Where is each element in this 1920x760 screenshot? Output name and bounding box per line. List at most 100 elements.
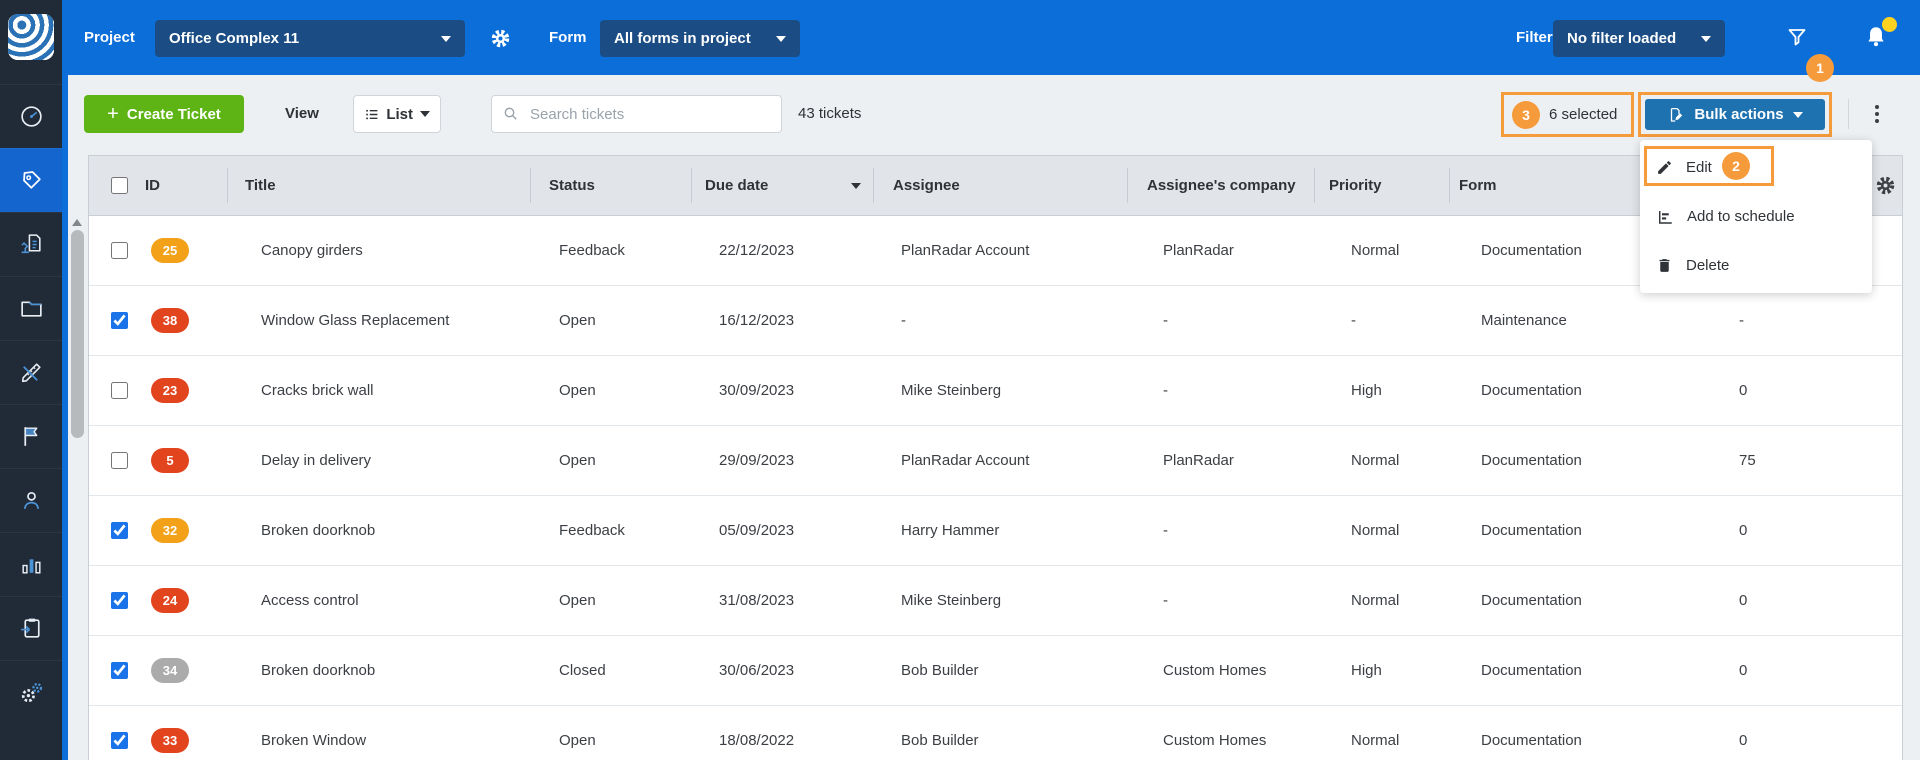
ticket-id-badge: 38: [151, 308, 189, 333]
cell-title: Broken doorknob: [261, 496, 375, 565]
cell-extra: 0: [1739, 706, 1747, 760]
search-box: [491, 95, 782, 133]
row-checkbox[interactable]: [111, 382, 128, 399]
cell-form: Maintenance: [1481, 286, 1567, 355]
col-header-title[interactable]: Title: [245, 156, 276, 215]
filter-funnel-button[interactable]: [1784, 24, 1810, 50]
cell-priority: Normal: [1351, 216, 1399, 285]
cell-due: 31/08/2023: [719, 566, 794, 635]
cell-due: 29/09/2023: [719, 426, 794, 495]
cell-due: 05/09/2023: [719, 496, 794, 565]
row-checkbox[interactable]: [111, 592, 128, 609]
ticket-id-badge: 25: [151, 238, 189, 263]
bulk-actions-label: Bulk actions: [1694, 106, 1783, 123]
funnel-icon: [1785, 25, 1809, 49]
vertical-scrollbar-thumb[interactable]: [71, 230, 84, 438]
row-checkbox[interactable]: [111, 732, 128, 749]
sort-desc-icon[interactable]: [851, 183, 861, 189]
form-label: Form: [549, 0, 587, 75]
view-dropdown-value: List: [386, 106, 413, 123]
cell-title: Delay in delivery: [261, 426, 371, 495]
table-row[interactable]: 33Broken WindowOpen18/08/2022Bob Builder…: [89, 706, 1902, 760]
cell-assignee: Mike Steinberg: [901, 356, 1001, 425]
sidebar-item-approvals[interactable]: [0, 212, 62, 276]
menu-item-add-to-schedule[interactable]: Add to schedule: [1640, 192, 1872, 241]
more-options-button[interactable]: [1868, 100, 1886, 128]
row-checkbox[interactable]: [111, 242, 128, 259]
search-input[interactable]: [528, 105, 771, 124]
sidebar-item-contacts[interactable]: [0, 468, 62, 532]
table-header-row: ID Title Status Due date Assignee Assign…: [89, 156, 1902, 216]
cell-form: Documentation: [1481, 566, 1582, 635]
create-ticket-label: Create Ticket: [127, 106, 221, 123]
trash-icon: [1656, 257, 1673, 274]
sidebar-item-settings[interactable]: [0, 660, 62, 724]
chevron-down-icon: [420, 111, 430, 117]
list-icon: [364, 106, 379, 123]
sidebar-item-statistics[interactable]: [0, 532, 62, 596]
ticket-count: 43 tickets: [798, 95, 861, 133]
project-settings-button[interactable]: [488, 26, 512, 50]
table-row[interactable]: 38 Window Glass Replacement Open 16/12/2023…: [89, 286, 1902, 356]
sidebar-item-export[interactable]: [0, 596, 62, 660]
project-dropdown[interactable]: Office Complex 11: [155, 20, 465, 57]
sidebar-item-plans[interactable]: [0, 340, 62, 404]
cell-status: Open: [559, 286, 596, 355]
col-header-priority[interactable]: Priority: [1329, 156, 1382, 215]
column-settings-button[interactable]: [1875, 175, 1896, 201]
cell-form: Documentation: [1481, 426, 1582, 495]
gear-icon: [1875, 175, 1896, 196]
cell-assignee: -: [901, 286, 906, 355]
view-dropdown[interactable]: List: [353, 95, 441, 133]
chevron-down-icon: [776, 36, 786, 42]
planradar-logo[interactable]: [8, 14, 54, 60]
col-header-id[interactable]: ID: [145, 156, 160, 215]
documents-folder-icon: [18, 295, 45, 322]
col-header-due-date[interactable]: Due date: [705, 156, 768, 215]
notifications-button[interactable]: [1862, 23, 1890, 51]
cell-title: Access control: [261, 566, 359, 635]
table-row[interactable]: 25Canopy girdersFeedback22/12/2023PlanRa…: [89, 216, 1902, 286]
table-row[interactable]: 24Access controlOpen31/08/2023Mike Stein…: [89, 566, 1902, 636]
col-header-assignee[interactable]: Assignee: [893, 156, 960, 215]
cell-status: Feedback: [559, 496, 625, 565]
ruler-pencil-icon: [18, 359, 45, 386]
select-all-checkbox[interactable]: [111, 177, 128, 194]
scroll-up-arrow-icon[interactable]: [72, 219, 82, 226]
sidebar-item-tickets[interactable]: [0, 148, 62, 212]
table-row[interactable]: 32Broken doorknobFeedback05/09/2023Harry…: [89, 496, 1902, 566]
row-checkbox[interactable]: [111, 522, 128, 539]
filter-dropdown[interactable]: No filter loaded: [1553, 20, 1725, 57]
cell-assignee: Mike Steinberg: [901, 566, 1001, 635]
view-label: View: [285, 95, 319, 133]
row-checkbox[interactable]: [111, 312, 128, 329]
sidebar-item-reports[interactable]: [0, 404, 62, 468]
create-ticket-button[interactable]: + Create Ticket: [84, 95, 244, 133]
schedule-icon: [1656, 208, 1674, 226]
cell-priority: Normal: [1351, 566, 1399, 635]
edit-item-highlight: [1644, 146, 1774, 186]
bulk-actions-button[interactable]: Bulk actions: [1645, 99, 1825, 130]
cell-assignee: PlanRadar Account: [901, 426, 1029, 495]
form-dropdown[interactable]: All forms in project: [600, 20, 800, 57]
table-row[interactable]: 5Delay in deliveryOpen29/09/2023PlanRada…: [89, 426, 1902, 496]
table-row[interactable]: 34Broken doorknobClosed30/06/2023Bob Bui…: [89, 636, 1902, 706]
cell-due: 16/12/2023: [719, 286, 794, 355]
table-body: 25Canopy girdersFeedback22/12/2023PlanRa…: [89, 216, 1902, 760]
col-header-assignee-company[interactable]: Assignee's company: [1147, 156, 1296, 215]
sidebar-item-dashboard[interactable]: [0, 84, 62, 148]
cell-company: Custom Homes: [1163, 636, 1266, 705]
cell-title: Window Glass Replacement: [261, 286, 449, 355]
sidebar: [0, 0, 62, 760]
table-row[interactable]: 23Cracks brick wallOpen30/09/2023Mike St…: [89, 356, 1902, 426]
cell-assignee: Harry Hammer: [901, 496, 999, 565]
cell-status: Open: [559, 566, 596, 635]
row-checkbox[interactable]: [111, 662, 128, 679]
cell-status: Open: [559, 426, 596, 495]
row-checkbox[interactable]: [111, 452, 128, 469]
col-header-status[interactable]: Status: [549, 156, 595, 215]
col-header-form[interactable]: Form: [1459, 156, 1497, 215]
menu-item-delete[interactable]: Delete: [1640, 241, 1872, 290]
selected-count-label: 6 selected: [1549, 106, 1617, 123]
sidebar-item-documents[interactable]: [0, 276, 62, 340]
